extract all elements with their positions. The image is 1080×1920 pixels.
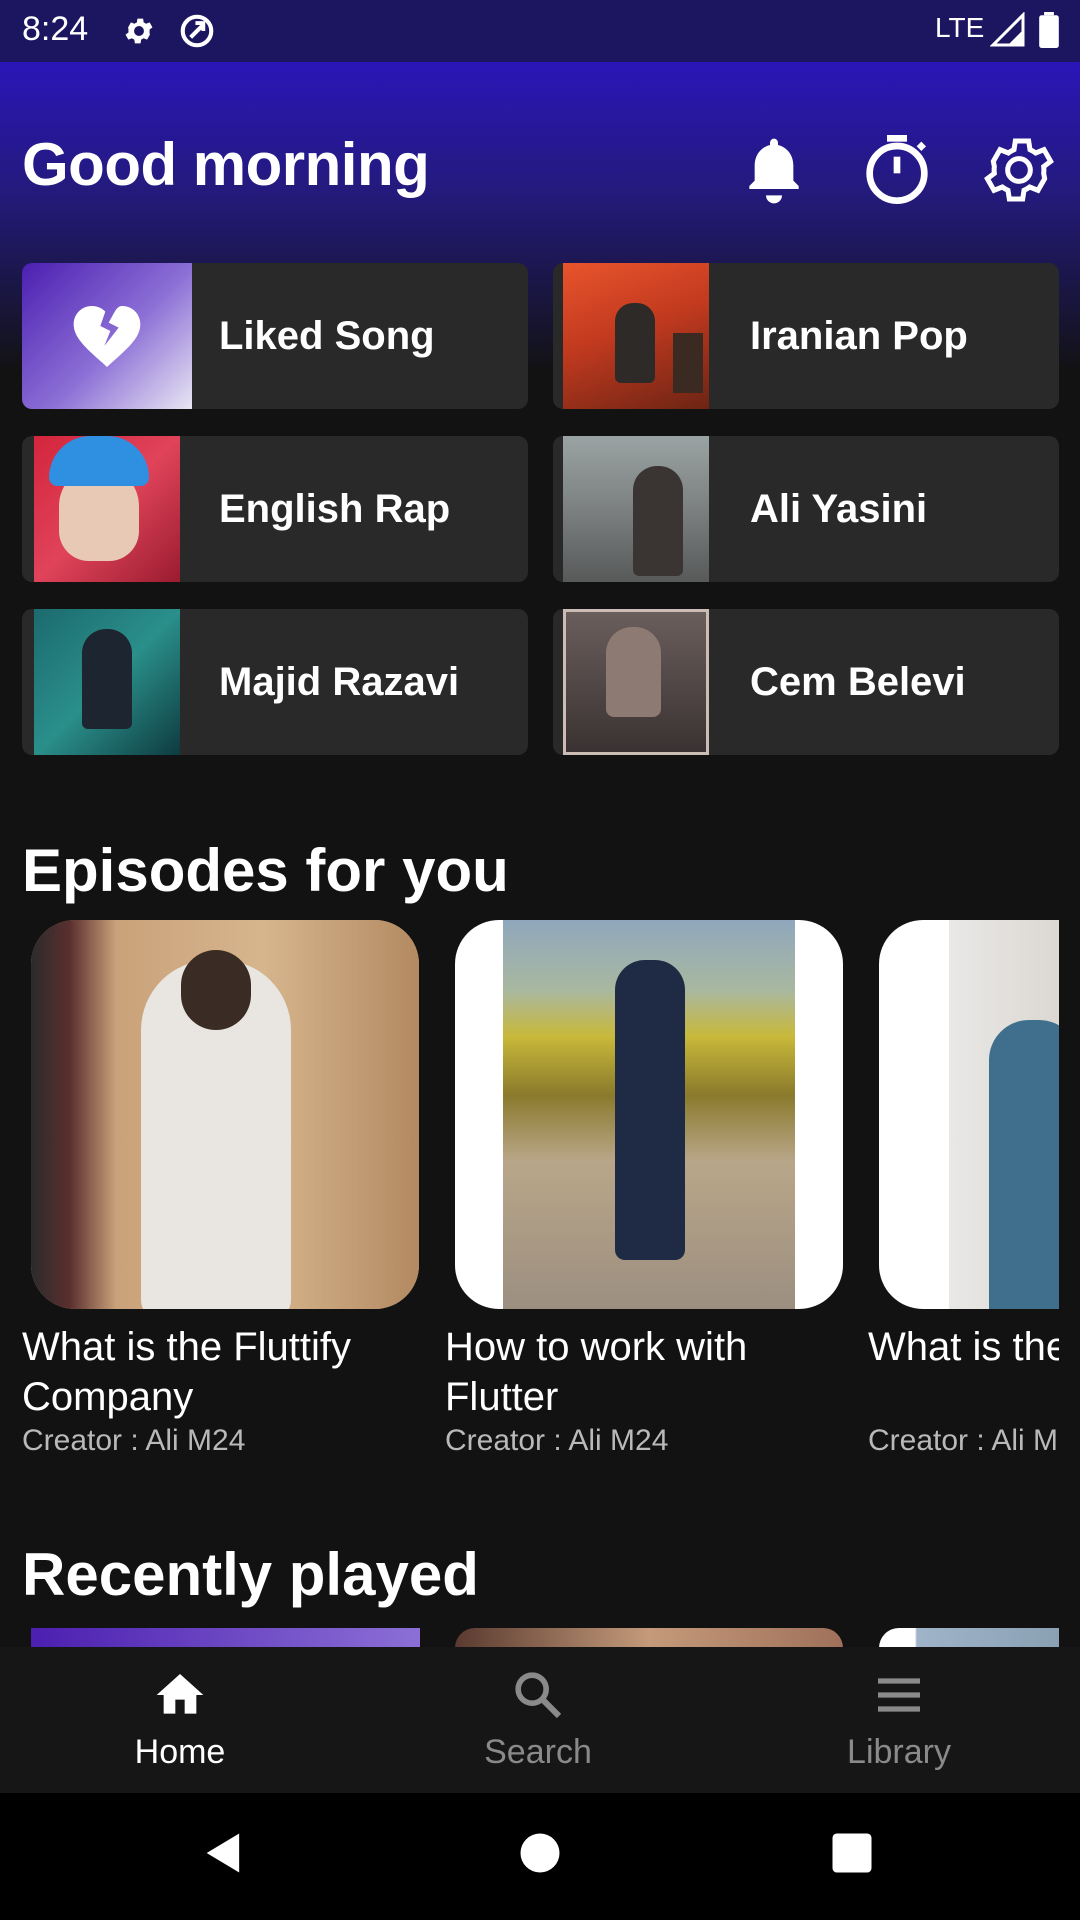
recents-icon[interactable]	[826, 1827, 878, 1879]
system-navigation-bar	[0, 1793, 1080, 1920]
shortcut-tile-ali-yasini[interactable]: Ali Yasini	[553, 436, 1059, 582]
nav-label: Home	[134, 1733, 226, 1771]
episode-person	[989, 1020, 1059, 1309]
shortcut-label: Majid Razavi	[219, 660, 460, 704]
recent-item-3[interactable]	[879, 1628, 1059, 1648]
shortcut-label: Iranian Pop	[750, 314, 968, 358]
episode-card-3[interactable]	[879, 920, 1059, 1309]
shortcut-tile-majid-razavi[interactable]: Majid Razavi	[22, 609, 528, 755]
cover-figure	[606, 627, 661, 717]
episode-card-3-clip: What is the App? Creator : Ali M24	[868, 900, 1059, 1460]
shortcut-tile-english-rap[interactable]: English Rap	[22, 436, 528, 582]
cem-belevi-cover	[563, 609, 709, 755]
english-rap-cover	[34, 436, 180, 582]
shortcut-label: Ali Yasini	[750, 487, 928, 531]
recently-played-section-title: Recently played	[22, 1541, 479, 1608]
episode-title: How to work with Flutter	[445, 1325, 748, 1419]
nav-search[interactable]: Search	[448, 1647, 628, 1793]
episode-title: What is the App?	[868, 1325, 1059, 1369]
cover-hair	[49, 436, 149, 486]
nav-label: Library	[847, 1733, 951, 1771]
gear-icon[interactable]	[979, 130, 1059, 210]
recent-item-2[interactable]	[455, 1628, 843, 1648]
episode-card-1[interactable]	[31, 920, 419, 1309]
episode-creator: Creator : Ali M24	[868, 1424, 1059, 1457]
shortcut-label: English Rap	[219, 487, 451, 531]
shortcut-tile-liked-song[interactable]: Liked Song	[22, 263, 528, 409]
network-type: LTE	[935, 12, 985, 43]
home-circle-icon[interactable]	[514, 1827, 566, 1879]
episode-creator: Creator : Ali M24	[445, 1424, 669, 1457]
nav-label: Search	[484, 1733, 592, 1771]
recent-item-1[interactable]	[31, 1628, 420, 1648]
status-bar: 8:24 LTE	[0, 0, 1080, 62]
notifications-icon[interactable]	[734, 130, 814, 210]
episode-creator: Creator : Ali M24	[22, 1424, 246, 1457]
episodes-section-title: Episodes for you	[22, 837, 509, 904]
episode-card-2[interactable]	[455, 920, 843, 1309]
episode-person	[615, 960, 685, 1260]
settings-status-icon	[125, 18, 153, 44]
shortcut-label: Liked Song	[219, 314, 435, 358]
majid-razavi-cover	[34, 609, 180, 755]
nav-home[interactable]: Home	[90, 1647, 270, 1793]
timer-icon[interactable]	[857, 130, 937, 210]
home-icon	[156, 1674, 204, 1714]
search-icon	[515, 1672, 562, 1719]
iranian-pop-cover	[563, 263, 709, 409]
library-icon	[878, 1678, 920, 1712]
broken-heart-icon	[73, 306, 141, 367]
cover-figure	[633, 466, 683, 576]
status-time: 8:24	[22, 10, 89, 48]
cover-speaker	[673, 333, 703, 393]
shortcut-tile-cem-belevi[interactable]: Cem Belevi	[553, 609, 1059, 755]
nav-library[interactable]: Library	[809, 1647, 989, 1793]
sync-status-icon	[180, 14, 214, 48]
cover-figure	[82, 629, 132, 729]
battery-icon	[1039, 12, 1059, 48]
episode-title: What is the Fluttify Company	[22, 1325, 351, 1419]
shortcut-tile-iranian-pop[interactable]: Iranian Pop	[553, 263, 1059, 409]
episode-head	[181, 950, 251, 1030]
page-title: Good morning	[22, 131, 430, 198]
liked-song-thumbnail	[22, 263, 192, 409]
bottom-navigation: Home Search Library	[0, 1647, 1080, 1793]
cover-figure	[615, 303, 655, 383]
ali-yasini-cover	[563, 436, 709, 582]
signal-icon	[990, 12, 1025, 47]
back-icon[interactable]	[198, 1827, 250, 1879]
shortcut-label: Cem Belevi	[750, 660, 966, 704]
